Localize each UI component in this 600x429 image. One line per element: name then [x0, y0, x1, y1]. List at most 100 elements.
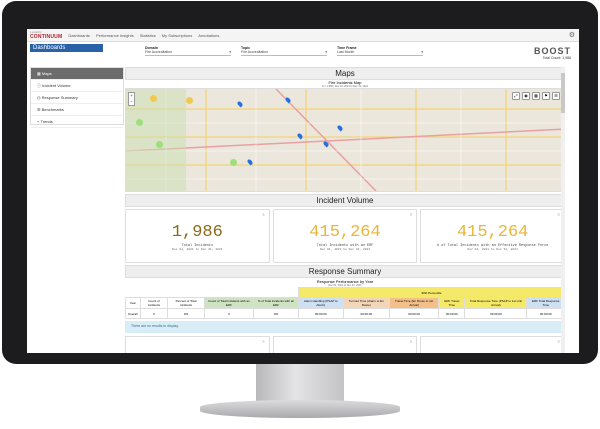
col-header: Count of Incidents [139, 297, 169, 309]
incident-volume-header: Incident Volume [125, 194, 565, 207]
maps-header: Maps [125, 67, 565, 80]
menu-icon[interactable]: ≡ [558, 212, 560, 217]
map-cluster[interactable] [150, 95, 157, 102]
kpi-row: ≡ 1,986 Total Incidents Dec 01, 2021 to … [125, 209, 565, 263]
main-content: Maps Fire Incidents Map N = 1,986 | Dec … [125, 67, 565, 353]
col-header: ERF Travel Time [438, 297, 466, 309]
table-cell: 00:00:00 [464, 308, 528, 319]
sidebar-item-incident-volume[interactable]: ⓘ Incident Volume [31, 80, 123, 92]
benchmark-card: ≡ [125, 336, 270, 353]
app-logo[interactable]: Locality CONTINUUM [30, 30, 62, 40]
monitor-base [200, 400, 400, 418]
grid-icon[interactable]: ▦ [532, 92, 540, 100]
nav-my-subscriptions[interactable]: My Subscriptions [162, 33, 192, 38]
filter-bar: Domain Fire Accreditation ▾ Topic Fire Accr… [145, 46, 423, 56]
no-results-message: There are no results to display. [125, 321, 565, 333]
domain-value: Fire Accreditation [145, 50, 173, 54]
incidents-map[interactable]: + − ⤢ ◉ ▦ ⚑ ☰ [125, 88, 565, 192]
table-cell: 00:00:00 [526, 308, 565, 319]
table-cell: 00:00:00 [438, 308, 466, 319]
nav-performance-insights[interactable]: Performance Insights [96, 33, 134, 38]
layers-icon[interactable]: ◉ [522, 92, 530, 100]
menu-icon[interactable]: ≡ [410, 339, 412, 344]
kpi-total-incidents: ≡ 1,986 Total Incidents Dec 01, 2021 to … [125, 209, 270, 263]
benchmark-cards: ≡ ≡ ≡ [125, 336, 565, 353]
nav-annotations[interactable]: Annotations [198, 33, 219, 38]
response-summary-header: Response Summary [125, 265, 565, 278]
nav-dashboards[interactable]: Dashboards [68, 33, 90, 38]
top-nav-bar: Locality CONTINUUM Dashboards Performance… [27, 29, 579, 42]
sidebar-item-trends[interactable]: ⌁ Trends [31, 116, 123, 128]
kpi-dates: Dec 01, 2021 to Dec 31, 2021 [172, 248, 223, 251]
map-streets [126, 89, 564, 191]
menu-icon[interactable]: ≡ [558, 339, 560, 344]
col-header: Percent of Total Incidents [167, 297, 205, 309]
benchmark-card: ≡ [272, 336, 418, 353]
chevron-down-icon: ▾ [421, 50, 423, 54]
sidebar: ▦ Maps ⓘ Incident Volume ◷ Response Summ… [30, 67, 124, 128]
topic-filter[interactable]: Topic Fire Accreditation ▾ [241, 46, 327, 56]
logo-text: CONTINUUM [30, 34, 63, 40]
col-header: Alarm Handling (PSAP to Alarm) [297, 297, 344, 309]
table-cell: 0 [139, 308, 169, 319]
table-cell: 00:00:00 [297, 308, 344, 319]
kpi-effective-response-force: ≡ 415,264 # of Total Incidents with an E… [420, 209, 565, 263]
table-cell: 00:00:00 [342, 308, 390, 319]
col-header: Turnout Time (Alarm to En Route) [342, 297, 390, 309]
nav-statistics[interactable]: Statistics [140, 33, 156, 38]
sidebar-item-label: Response Summary [41, 95, 78, 100]
scrollbar[interactable] [561, 67, 565, 353]
map-cluster[interactable] [186, 97, 193, 104]
col-header: Count of Total Incidents with an ERF [203, 297, 255, 309]
kpi-incidents-with-erf: ≡ 415,264 Total Incidents with an ERF De… [272, 209, 418, 263]
filter-icon[interactable]: ⚑ [542, 92, 550, 100]
monitor-bezel: Locality CONTINUUM Dashboards Performance… [2, 1, 598, 364]
topic-value: Fire Accreditation [241, 50, 269, 54]
sidebar-item-response-summary[interactable]: ◷ Response Summary [31, 92, 123, 104]
col-header: ERF Total Response Time [526, 297, 565, 309]
col-header: % of Total Incidents with an ERF [253, 297, 299, 309]
sidebar-item-label: Trends [40, 119, 53, 124]
table-row: Overall 0 0% 0 0% 00:00:00 00:00:00 00:0… [125, 308, 565, 319]
menu-icon[interactable]: ≡ [262, 212, 264, 217]
col-header: Year [125, 297, 141, 309]
col-header: Total Response Time (PSAP to 1st Unit Ar… [464, 297, 528, 309]
table-cell: 0 [203, 308, 255, 319]
table-cell: 00:00:00 [388, 308, 440, 319]
menu-icon[interactable]: ≡ [410, 212, 412, 217]
dashboards-title: Dashboards [30, 44, 103, 52]
monitor-stand [256, 364, 344, 404]
map-cluster[interactable] [136, 119, 143, 126]
chevron-down-icon: ▾ [325, 50, 327, 54]
map-cluster[interactable] [156, 141, 163, 148]
sidebar-item-label: Maps [41, 71, 52, 76]
kpi-dates: Dec 01, 2021 to Dec 31, 2021 [319, 248, 371, 251]
gear-icon[interactable]: ⚙ [569, 31, 575, 39]
table-cell: Overall [125, 308, 141, 319]
percentile-header: 90th Percentile [297, 287, 565, 298]
table-cell: 0% [167, 308, 205, 319]
benchmark-card: ≡ [420, 336, 565, 353]
zoom-control[interactable]: + − [128, 92, 135, 106]
sidebar-item-maps[interactable]: ▦ Maps [31, 68, 123, 80]
fullscreen-icon[interactable]: ⤢ [512, 92, 520, 100]
sidebar-item-benchmarks[interactable]: ☰ Benchmarks [31, 104, 123, 116]
scrollbar-thumb[interactable] [561, 73, 565, 113]
kpi-value: 1,986 [171, 223, 223, 242]
timeframe-value: Last Month [337, 50, 355, 54]
kpi-dates: Dec 01, 2021 to Dec 31, 2021 [467, 248, 518, 251]
sidebar-item-label: Incident Volume [42, 83, 71, 88]
chevron-down-icon: ▾ [229, 50, 231, 54]
sidebar-item-label: Benchmarks [41, 107, 64, 112]
map-cluster[interactable] [230, 159, 237, 166]
domain-filter[interactable]: Domain Fire Accreditation ▾ [145, 46, 231, 56]
screen: Locality CONTINUUM Dashboards Performance… [27, 29, 579, 353]
map-toolbar: ⤢ ◉ ▦ ⚑ ☰ [512, 92, 560, 100]
menu-icon[interactable]: ≡ [262, 339, 264, 344]
brand-logo: BOOST [533, 46, 571, 56]
total-count: Total Count: 1,986 [542, 56, 571, 60]
menu-icon[interactable]: ☰ [552, 92, 560, 100]
timeframe-filter[interactable]: Time Frame Last Month ▾ [337, 46, 423, 56]
response-table: 90th Percentile Year Count of Incidents … [125, 287, 565, 319]
kpi-value: 415,264 [456, 223, 529, 242]
